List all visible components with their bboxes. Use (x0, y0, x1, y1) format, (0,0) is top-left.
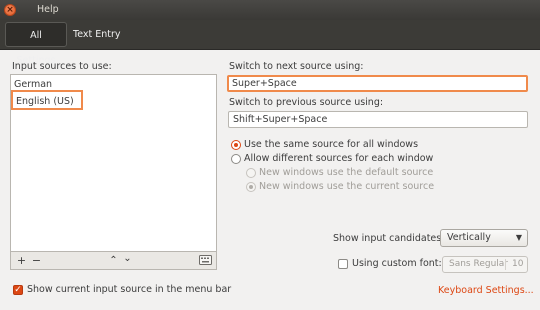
candidates-value: Vertically (447, 232, 491, 243)
new-current-radio[interactable] (246, 182, 256, 192)
close-icon[interactable]: × (4, 4, 16, 16)
input-sources-list[interactable]: German English (US) (10, 74, 217, 252)
new-default-radio[interactable] (246, 168, 256, 178)
font-divider (505, 259, 506, 270)
candidates-label: Show input candidates: (333, 233, 445, 244)
different-sources-radio[interactable] (231, 154, 241, 164)
list-item-english-us[interactable]: English (US) (11, 90, 83, 110)
new-default-label: New windows use the default source (259, 167, 434, 178)
chevron-down-icon: ▼ (515, 233, 522, 242)
window-title: Help (37, 4, 59, 15)
show-in-menu-label: Show current input source in the menu ba… (27, 284, 232, 295)
keyboard-settings-link[interactable]: Keyboard Settings... (438, 285, 534, 296)
keyboard-icon[interactable] (199, 255, 212, 265)
switch-next-field[interactable]: Super+Space (227, 75, 528, 92)
custom-font-label: Using custom font: (352, 258, 442, 269)
switch-next-label: Switch to next source using: (229, 61, 364, 72)
switch-prev-label: Switch to previous source using: (229, 97, 384, 108)
move-down-button[interactable]: ⌄ (122, 252, 133, 265)
same-source-label: Use the same source for all windows (244, 139, 419, 150)
font-size: 10 (512, 259, 524, 269)
input-sources-heading: Input sources to use: (12, 61, 112, 72)
title-bar: × Help (0, 0, 540, 20)
custom-font-checkbox[interactable] (338, 259, 348, 269)
add-source-button[interactable]: + (16, 254, 27, 267)
new-current-label: New windows use the current source (259, 181, 435, 192)
different-sources-label: Allow different sources for each window (244, 153, 434, 164)
same-source-radio[interactable] (231, 140, 241, 150)
font-name: Sans Regular (449, 259, 509, 269)
toolbar: All Settings Text Entry (0, 20, 540, 66)
font-picker-button[interactable]: Sans Regular 10 (442, 256, 528, 273)
candidates-dropdown[interactable]: Vertically ▼ (440, 229, 528, 247)
show-in-menu-checkbox[interactable]: ✓ (13, 285, 23, 295)
all-settings-button[interactable]: All Settings (5, 22, 67, 66)
move-up-button[interactable]: ⌃ (108, 254, 119, 267)
remove-source-button[interactable]: − (31, 254, 42, 267)
switch-prev-field[interactable]: Shift+Super+Space (228, 111, 528, 128)
list-toolbar: + − ⌃ ⌄ (10, 252, 217, 270)
text-entry-tab[interactable]: Text Entry (68, 22, 126, 47)
